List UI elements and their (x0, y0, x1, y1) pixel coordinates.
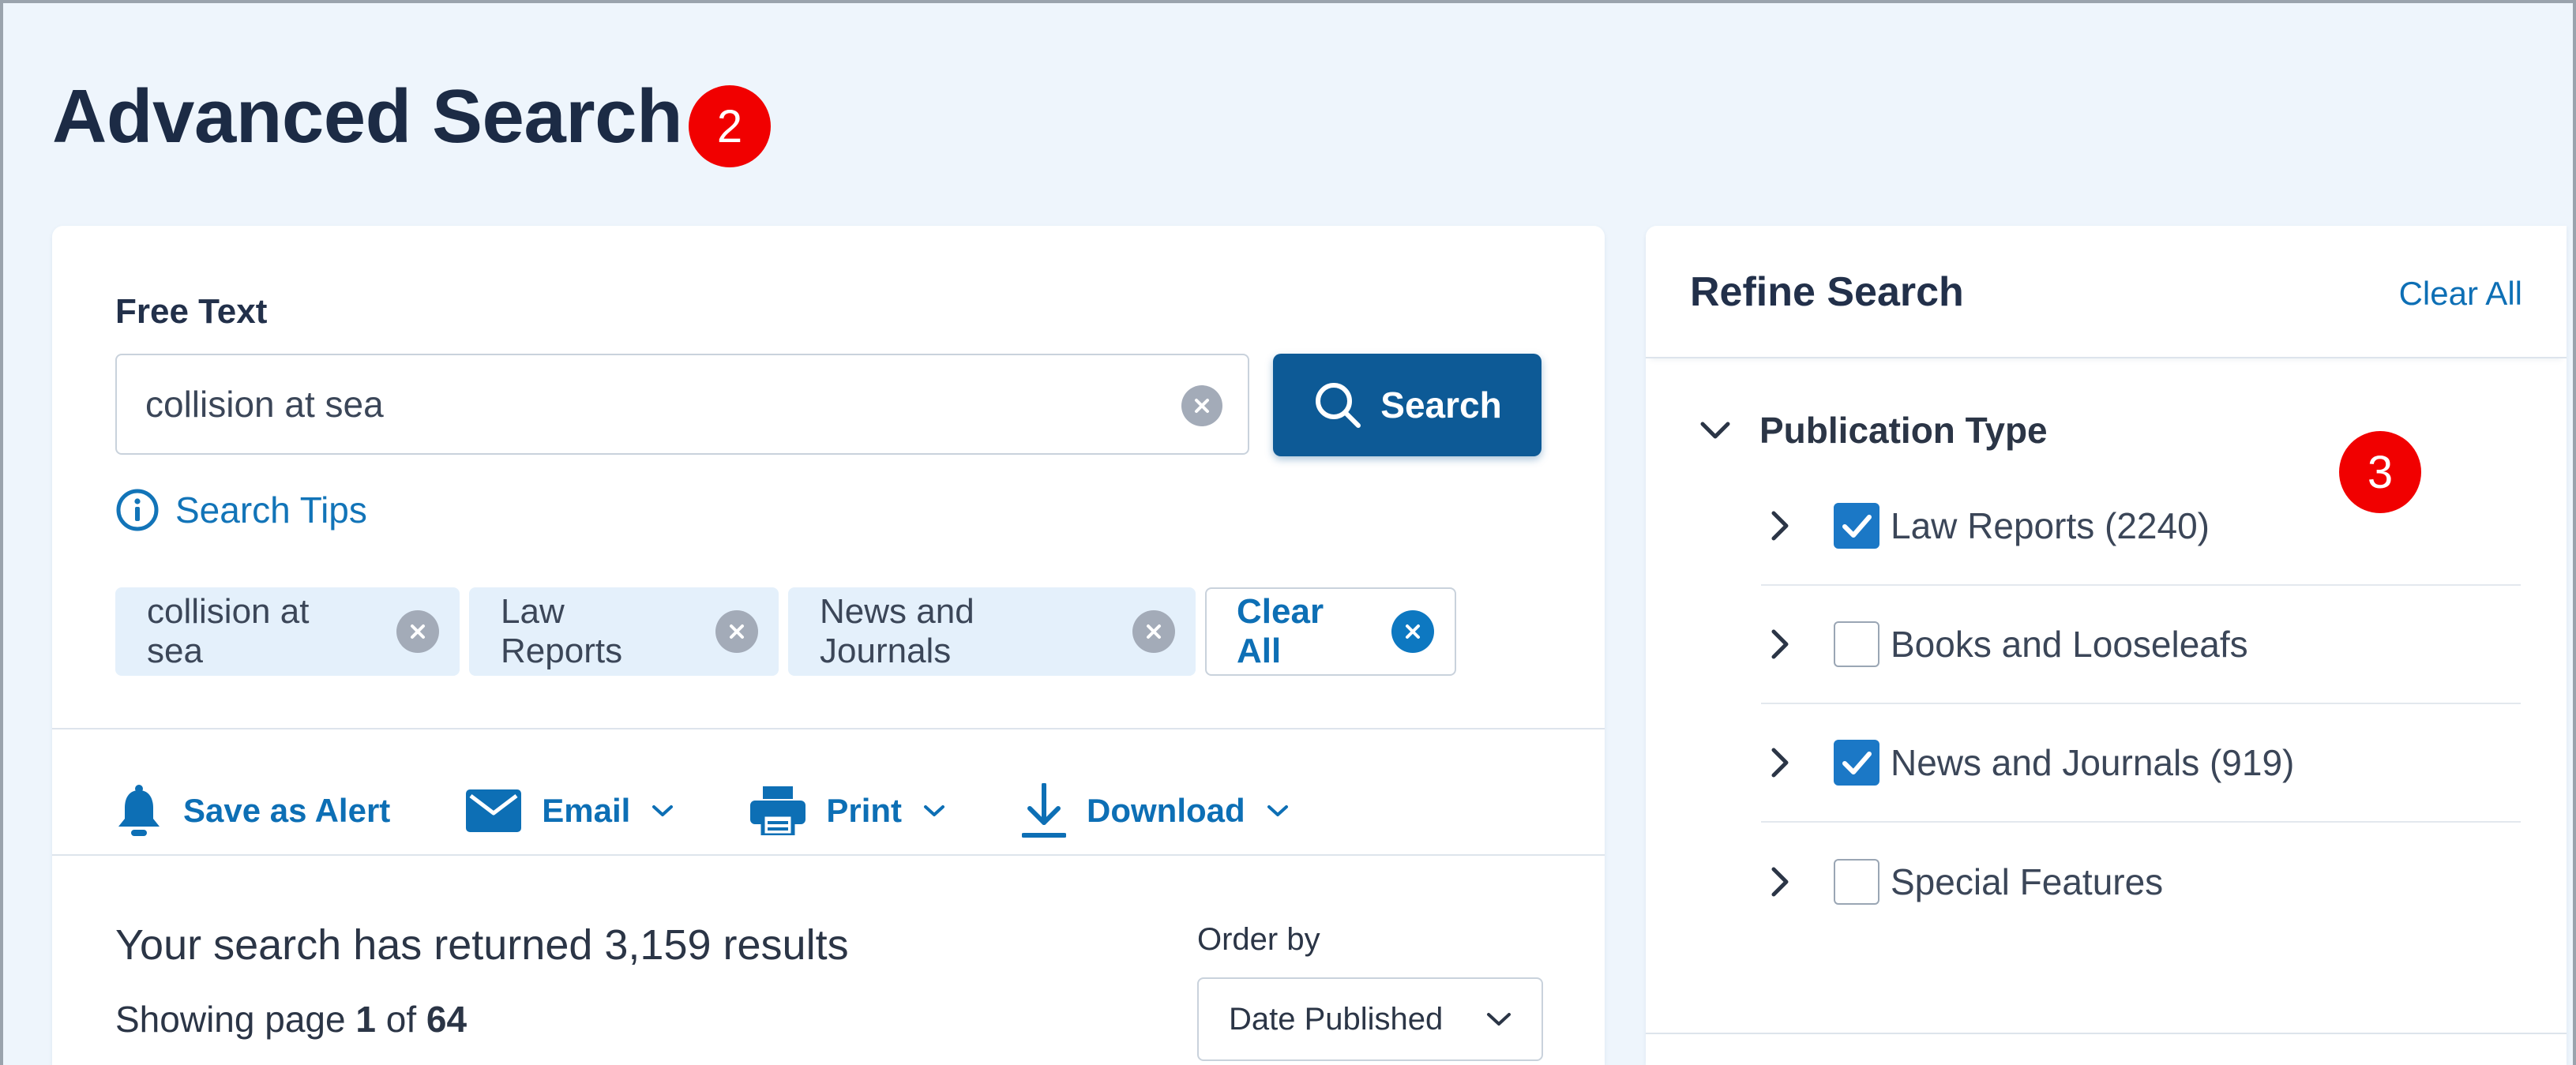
filter-chip-label: Law Reports (501, 592, 623, 670)
publication-type-toggle[interactable]: Publication Type (1698, 409, 2048, 452)
window-frame-top (0, 0, 2576, 3)
clear-all-icon (1391, 610, 1434, 653)
facet-books-looseleafs: Books and Looseleafs (1761, 586, 2521, 704)
filter-chip-law-reports: Law Reports (469, 587, 779, 676)
filter-chip-label: collision at sea (147, 592, 310, 670)
chevron-down-icon (652, 805, 674, 816)
info-icon (116, 489, 159, 531)
refine-header: Refine Search Clear All (1646, 226, 2567, 358)
check-icon (1842, 752, 1872, 774)
of-word: of (385, 999, 417, 1040)
chevron-right-icon[interactable] (1769, 864, 1816, 899)
divider (52, 728, 1605, 729)
chevron-down-icon (1267, 805, 1288, 816)
clear-all-chips-button[interactable]: Clear All (1205, 587, 1456, 676)
results-toolbar: Save as Alert Email Print Download (115, 758, 1365, 864)
remove-chip-icon[interactable] (1132, 610, 1175, 653)
chevron-right-icon[interactable] (1769, 508, 1816, 543)
page-title: Advanced Search (52, 74, 683, 159)
facet-checkbox-checked[interactable] (1834, 503, 1879, 549)
chevron-right-icon[interactable] (1769, 745, 1816, 780)
divider (52, 854, 1605, 856)
facet-label: News and Journals (919) (1891, 742, 2295, 783)
showing-prefix: Showing page (115, 999, 346, 1040)
download-label: Download (1087, 792, 1245, 829)
email-label: Email (542, 792, 631, 829)
facet-label: Special Features (1891, 861, 2164, 902)
free-text-input[interactable]: collision at sea (115, 354, 1249, 455)
publication-type-facets: Law Reports (2240) Books and Looseleafs … (1761, 467, 2521, 941)
search-button-label: Search (1380, 384, 1502, 426)
download-icon (1022, 783, 1067, 838)
annotation-marker-2: 2 (689, 85, 771, 167)
search-icon (1316, 383, 1361, 428)
download-menu-button[interactable]: Download (1022, 783, 1290, 838)
divider (1646, 1033, 2567, 1034)
refine-panel: Refine Search Clear All Publication Type… (1646, 226, 2567, 1065)
refine-title: Refine Search (1690, 269, 1964, 315)
annotation-marker-3: 3 (2339, 431, 2421, 513)
save-alert-button[interactable]: Save as Alert (115, 784, 390, 838)
remove-chip-icon[interactable] (396, 610, 439, 653)
print-menu-button[interactable]: Print (750, 786, 946, 835)
search-tips-link[interactable]: Search Tips (115, 488, 367, 532)
order-by-label: Order by (1197, 922, 1320, 957)
check-icon (1842, 515, 1872, 538)
printer-icon (750, 786, 806, 835)
free-text-label: Free Text (115, 292, 268, 331)
clear-input-icon[interactable] (1181, 385, 1222, 426)
chevron-down-icon (1487, 1013, 1511, 1026)
envelope-icon (466, 789, 522, 832)
filter-chip-query: collision at sea (115, 587, 460, 676)
remove-chip-icon[interactable] (715, 610, 758, 653)
active-filter-chips: collision at sea Law Reports News and Jo… (115, 587, 1456, 676)
chevron-right-icon[interactable] (1769, 627, 1816, 662)
publication-type-title: Publication Type (1759, 410, 2048, 451)
window-frame-left (0, 0, 3, 1065)
order-by-value: Date Published (1229, 1001, 1444, 1037)
chevron-down-icon (1700, 422, 1730, 439)
print-label: Print (826, 792, 903, 829)
current-page: 1 (355, 999, 376, 1040)
facet-special-features: Special Features (1761, 823, 2521, 941)
refine-clear-all-link[interactable]: Clear All (2399, 275, 2522, 313)
facet-label: Law Reports (2240) (1891, 505, 2210, 546)
search-panel: Free Text collision at sea Search Search… (52, 226, 1605, 1065)
facet-checkbox-checked[interactable] (1834, 740, 1879, 786)
window-frame-right (2573, 0, 2576, 1065)
results-summary: Your search has returned 3,159 results (115, 921, 849, 969)
search-button[interactable]: Search (1273, 354, 1541, 456)
clear-all-chips-label: Clear All (1237, 592, 1324, 670)
facet-news-journals: News and Journals (919) (1761, 704, 2521, 823)
save-alert-label: Save as Alert (183, 792, 391, 829)
order-by-select[interactable]: Date Published (1197, 977, 1543, 1061)
filter-chip-label: News and Journals (820, 592, 974, 670)
total-pages: 64 (426, 999, 468, 1040)
filter-chip-news-journals: News and Journals (788, 587, 1196, 676)
chevron-down-icon (924, 805, 945, 816)
search-tips-label: Search Tips (175, 489, 367, 531)
free-text-value: collision at sea (145, 384, 384, 425)
facet-checkbox-unchecked[interactable] (1834, 621, 1879, 667)
bell-icon (118, 785, 160, 836)
facet-label: Books and Looseleafs (1891, 624, 2248, 665)
pagination-info: Showing page 1 of 64 (115, 998, 467, 1041)
email-menu-button[interactable]: Email (466, 789, 674, 832)
facet-checkbox-unchecked[interactable] (1834, 859, 1879, 905)
